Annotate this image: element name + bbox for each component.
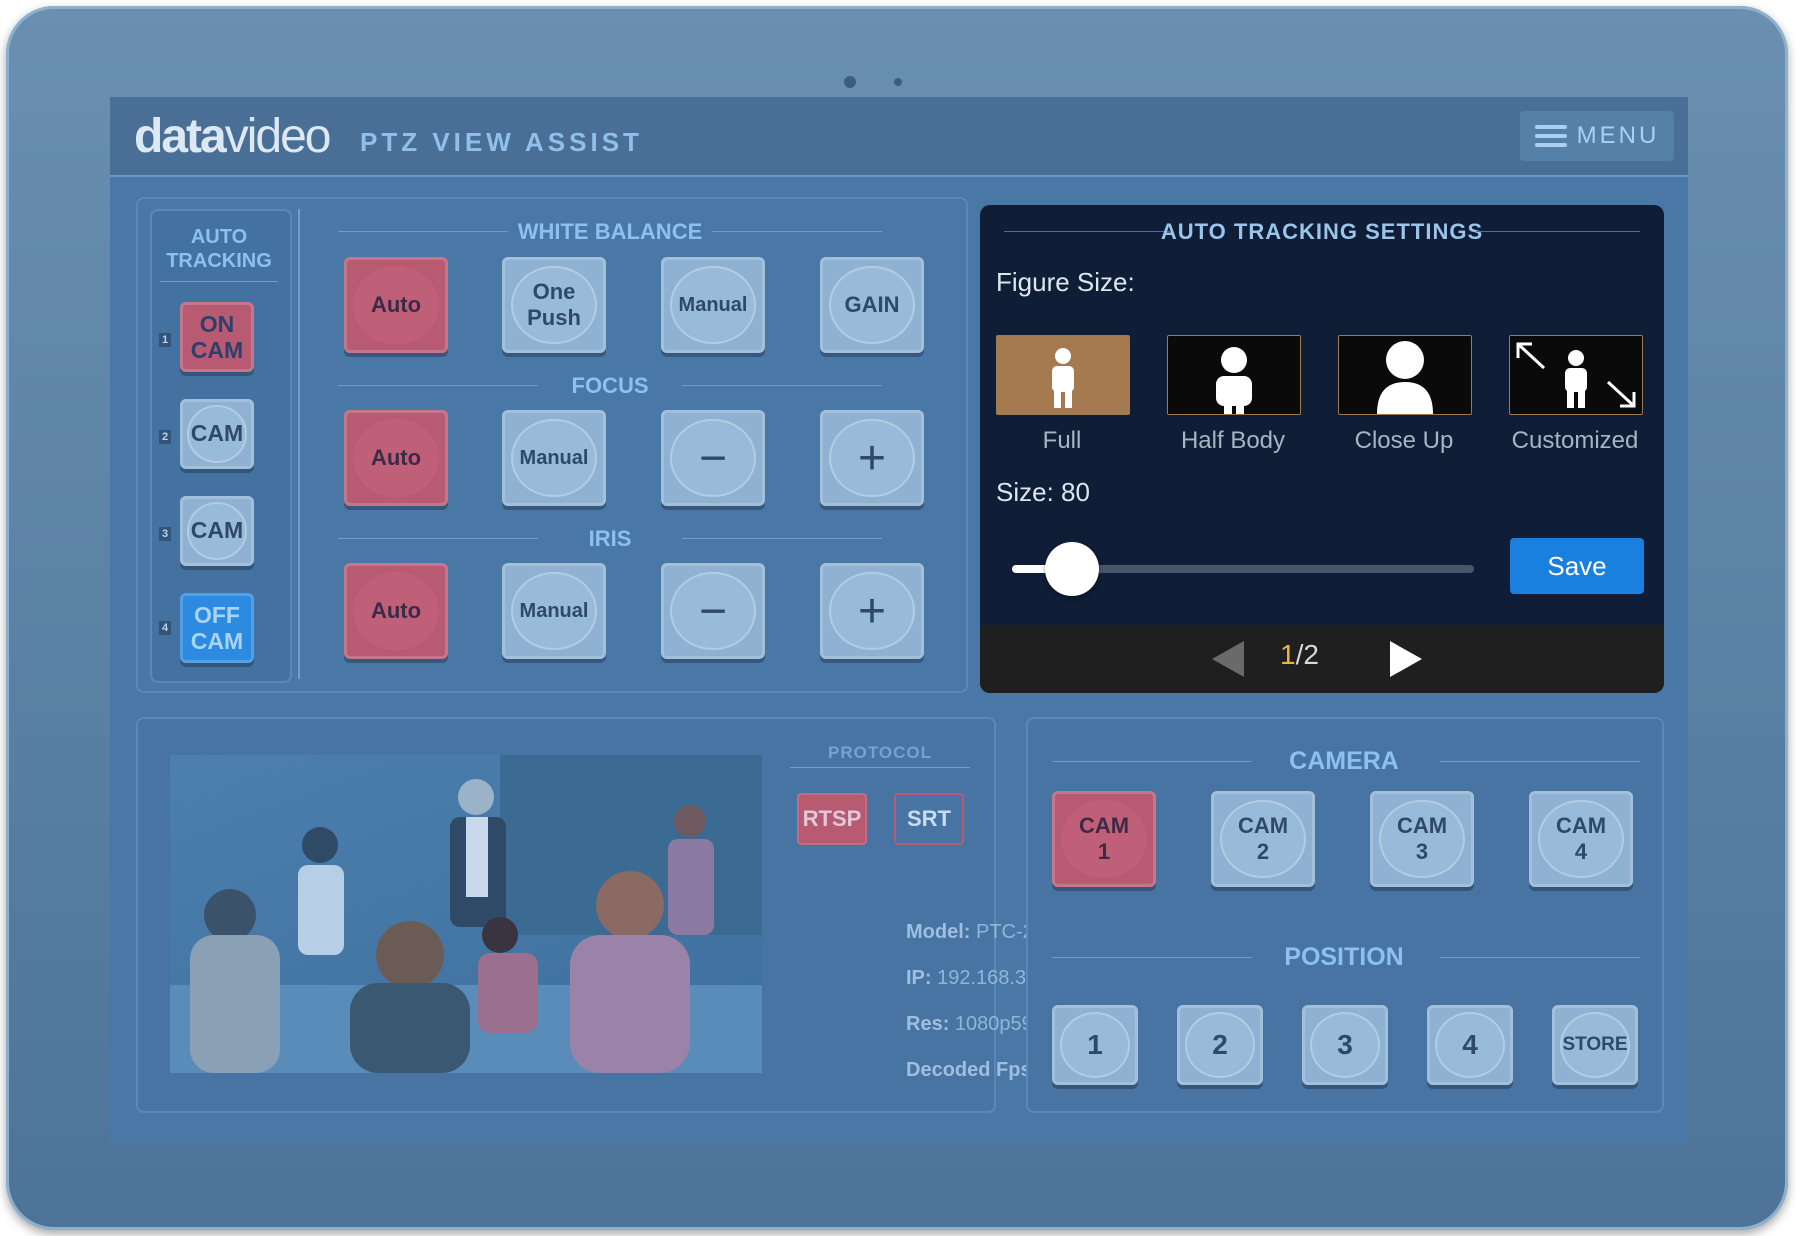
tracking-cam1-on-button[interactable]: ON CAM xyxy=(180,302,254,372)
page-indicator: 1/2 xyxy=(1280,639,1319,670)
iris-plus-button[interactable]: + xyxy=(820,563,924,659)
focus-plus-button[interactable]: + xyxy=(820,410,924,506)
customize-resize-icon xyxy=(1516,342,1636,408)
panel-divider xyxy=(298,209,300,679)
divider xyxy=(682,385,882,386)
iris-manual-button[interactable]: Manual xyxy=(502,563,606,659)
wb-auto-button[interactable]: Auto xyxy=(344,257,448,353)
next-page-icon[interactable] xyxy=(1390,641,1422,677)
figure-full-label: Full xyxy=(1042,427,1082,454)
camera-3-button[interactable]: CAM 3 xyxy=(1370,791,1474,887)
divider xyxy=(338,538,538,539)
position-4-button[interactable]: 4 xyxy=(1427,1005,1513,1085)
camera-preview-image xyxy=(170,755,762,1073)
size-value-label: Size: 80 xyxy=(996,477,1090,507)
focus-auto-button[interactable]: Auto xyxy=(344,410,448,506)
tracking-cam3-button[interactable]: CAM xyxy=(180,496,254,566)
position-1-button[interactable]: 1 xyxy=(1052,1005,1138,1085)
camera-title: CAMERA xyxy=(1289,747,1399,775)
app-header: datavideo PTZ VIEW ASSIST MENU xyxy=(110,97,1688,177)
divider xyxy=(1052,957,1252,958)
cam-number-badge: 4 xyxy=(159,621,171,635)
app-title: PTZ VIEW ASSIST xyxy=(360,127,643,157)
divider xyxy=(712,231,882,232)
wb-gain-button[interactable]: GAIN xyxy=(820,257,924,353)
divider xyxy=(160,281,278,282)
iris-title: IRIS xyxy=(588,526,632,551)
tracking-cam2-button[interactable]: CAM xyxy=(180,399,254,469)
auto-tracking-settings-dialog: AUTO TRACKING SETTINGS Figure Size: Full… xyxy=(980,205,1664,693)
slider-thumb[interactable] xyxy=(1045,542,1100,596)
half-body-icon xyxy=(1216,347,1252,414)
position-title: POSITION xyxy=(1284,943,1404,971)
pagination-bar: 1/2 xyxy=(980,625,1664,693)
protocol-title: PROTOCOL xyxy=(827,743,933,762)
srt-button[interactable]: SRT xyxy=(894,793,964,845)
size-slider[interactable] xyxy=(1012,542,1474,596)
front-camera-dot xyxy=(844,76,856,88)
full-body-icon xyxy=(1052,348,1074,408)
figure-full-option[interactable] xyxy=(996,335,1130,415)
figure-half-body-label: Half Body xyxy=(1180,427,1286,454)
figure-close-up-label: Close Up xyxy=(1354,427,1454,454)
tracking-cam4-off-button[interactable]: OFF CAM xyxy=(180,593,254,663)
cam-number-badge: 2 xyxy=(159,430,171,444)
position-store-button[interactable]: STORE xyxy=(1552,1005,1638,1085)
wb-manual-button[interactable]: Manual xyxy=(661,257,765,353)
auto-tracking-title: AUTO TRACKING xyxy=(166,226,272,272)
position-3-button[interactable]: 3 xyxy=(1302,1005,1388,1085)
iris-minus-button[interactable]: − xyxy=(661,563,765,659)
datavideo-logo: datavideo xyxy=(134,110,331,163)
position-2-button[interactable]: 2 xyxy=(1177,1005,1263,1085)
close-up-icon xyxy=(1377,341,1433,414)
previous-page-icon[interactable] xyxy=(1212,641,1244,677)
rtsp-button[interactable]: RTSP xyxy=(797,793,867,845)
classroom-scene xyxy=(170,779,762,1073)
wb-one-push-button[interactable]: One Push xyxy=(502,257,606,353)
focus-title: FOCUS xyxy=(571,373,649,398)
divider xyxy=(338,231,508,232)
save-button[interactable]: Save xyxy=(1510,538,1644,594)
white-balance-title: WHITE BALANCE xyxy=(517,219,703,244)
dialog-title: AUTO TRACKING SETTINGS xyxy=(1160,219,1484,244)
menu-button[interactable]: MENU xyxy=(1520,111,1674,161)
divider xyxy=(1052,761,1252,762)
figure-half-body-option[interactable] xyxy=(1167,335,1301,415)
cam-number-badge: 1 xyxy=(159,333,171,347)
sensor-dot xyxy=(894,78,902,86)
menu-label: MENU xyxy=(1576,122,1660,149)
camera-1-button[interactable]: CAM 1 xyxy=(1052,791,1156,887)
camera-4-button[interactable]: CAM 4 xyxy=(1529,791,1633,887)
iris-auto-button[interactable]: Auto xyxy=(344,563,448,659)
divider xyxy=(1440,957,1640,958)
divider xyxy=(1476,231,1640,232)
cam-number-badge: 3 xyxy=(159,527,171,541)
figure-close-up-option[interactable] xyxy=(1338,335,1472,415)
figure-size-label: Figure Size: xyxy=(996,267,1135,297)
focus-minus-button[interactable]: − xyxy=(661,410,765,506)
hamburger-icon xyxy=(1534,125,1567,147)
divider xyxy=(338,385,538,386)
figure-customized-option[interactable] xyxy=(1509,335,1643,415)
camera-2-button[interactable]: CAM 2 xyxy=(1211,791,1315,887)
focus-manual-button[interactable]: Manual xyxy=(502,410,606,506)
divider xyxy=(1440,761,1640,762)
figure-customized-label: Customized xyxy=(1511,427,1639,454)
divider xyxy=(682,538,882,539)
divider xyxy=(790,767,970,768)
